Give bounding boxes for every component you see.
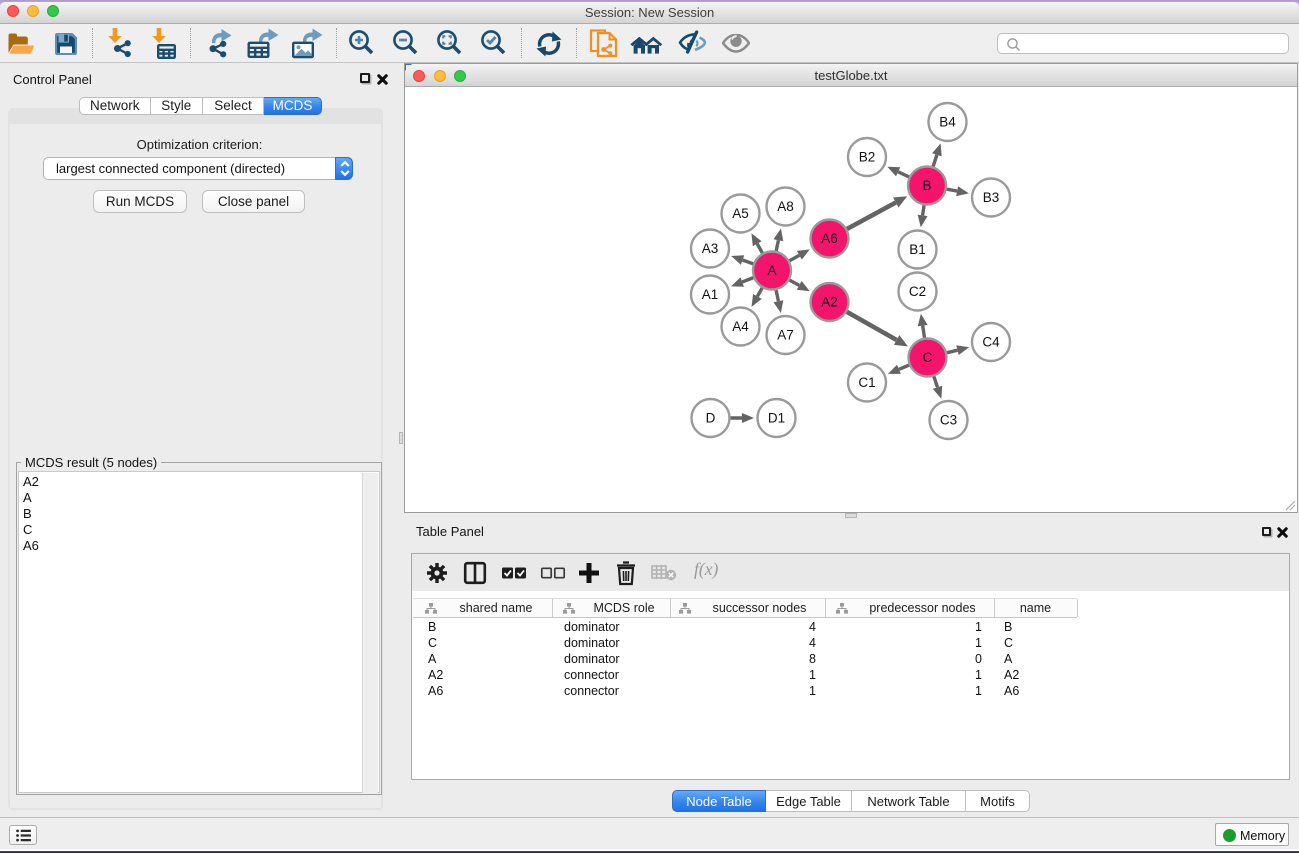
svg-text:B: B [922, 178, 931, 193]
svg-text:A2: A2 [821, 295, 838, 310]
svg-text:B4: B4 [939, 115, 956, 130]
svg-text:C: C [923, 350, 933, 365]
svg-text:D1: D1 [768, 411, 785, 426]
svg-text:A6: A6 [821, 231, 838, 246]
svg-text:D: D [706, 411, 716, 426]
svg-text:B2: B2 [859, 150, 876, 165]
svg-text:A7: A7 [777, 328, 794, 343]
svg-text:C2: C2 [909, 284, 926, 299]
svg-text:B1: B1 [909, 242, 926, 257]
svg-text:C3: C3 [940, 413, 957, 428]
svg-text:C1: C1 [858, 375, 875, 390]
svg-text:A5: A5 [732, 206, 749, 221]
svg-text:A1: A1 [702, 287, 719, 302]
svg-text:A4: A4 [732, 319, 749, 334]
svg-text:C4: C4 [982, 335, 1000, 350]
svg-text:B3: B3 [983, 190, 1000, 205]
svg-text:A: A [767, 263, 776, 278]
svg-text:A3: A3 [702, 241, 719, 256]
svg-text:A8: A8 [777, 199, 794, 214]
